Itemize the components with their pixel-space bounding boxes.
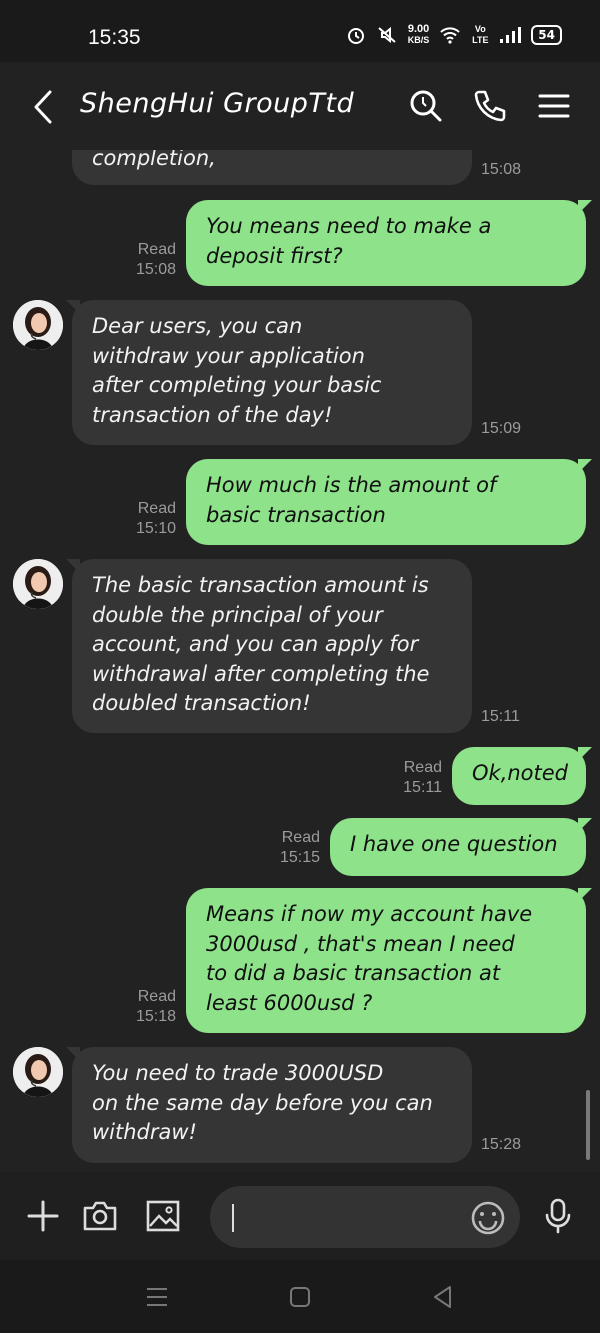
message-meta: Read 15:18 <box>128 987 176 1027</box>
chat-header: ShengHui GroupTtd <box>0 62 600 150</box>
message-time: 15:09 <box>481 420 522 437</box>
phone-icon[interactable] <box>470 86 510 126</box>
read-status: Read <box>403 759 442 776</box>
message-line: after completing your basic <box>92 373 382 397</box>
message-meta: Read 15:10 <box>128 499 176 539</box>
read-status: Read <box>137 241 176 258</box>
menu-icon[interactable] <box>534 86 574 126</box>
back-arrow-icon[interactable] <box>26 88 60 126</box>
recent-apps-icon[interactable] <box>144 1284 170 1310</box>
message-text: completion, <box>92 150 216 170</box>
message-bubble-outgoing[interactable]: You means need to make a deposit first? <box>186 200 592 286</box>
search-icon[interactable] <box>406 86 446 126</box>
message-line: to did a basic transaction at <box>206 961 501 985</box>
message-line: on the same day before you can <box>92 1090 433 1115</box>
message-line: Dear users, you can <box>92 314 303 338</box>
message-line: You need to trade 3000USD <box>92 1061 384 1085</box>
lte-indicator: Vo LTE <box>472 24 489 45</box>
alarm-icon <box>346 25 366 45</box>
signal-icon <box>499 26 522 44</box>
message-line: deposit first? <box>206 243 343 268</box>
chat-title: ShengHui GroupTtd <box>80 88 355 119</box>
message-line: How much is the amount of <box>206 473 497 497</box>
message-line: You means need to make a <box>206 214 492 238</box>
mute-icon <box>376 25 398 45</box>
chat-messages[interactable]: completion, 15:08 Read 15:08 You means n… <box>0 150 600 1172</box>
message-time: 15:08 <box>481 161 522 178</box>
message-line: basic transaction <box>206 502 386 527</box>
message-bubble-outgoing[interactable]: Means if now my account have 3000usd , t… <box>186 888 592 1033</box>
message-bubble-incoming[interactable]: Dear users, you can withdraw your applic… <box>66 300 472 445</box>
message-meta: Read 15:15 <box>272 828 320 868</box>
net-speed-unit: KB/S <box>407 35 430 45</box>
status-icons: 9.00 KB/S Vo LTE 54 <box>346 24 562 46</box>
message-line: The basic transaction amount is <box>92 573 429 597</box>
emoji-icon[interactable] <box>468 1198 508 1238</box>
message-line: transaction of the day! <box>92 402 333 427</box>
message-composer <box>0 1172 600 1260</box>
message-time: 15:11 <box>403 779 442 796</box>
message-text: Ok,noted <box>472 761 569 785</box>
message-time: 15:11 <box>481 708 520 725</box>
microphone-icon[interactable] <box>538 1196 578 1236</box>
net-speed-value: 9.00 <box>407 23 430 35</box>
status-time: 15:35 <box>88 26 141 49</box>
camera-icon[interactable] <box>80 1196 120 1236</box>
message-line: double the principal of your <box>92 602 383 627</box>
message-line: least 6000usd ? <box>206 990 373 1015</box>
battery-indicator: 54 <box>531 25 562 45</box>
message-time: 15:18 <box>135 1008 176 1025</box>
read-status: Read <box>281 829 320 846</box>
message-time: 15:15 <box>279 849 320 866</box>
read-status: Read <box>137 500 176 517</box>
image-icon[interactable] <box>143 1196 183 1236</box>
plus-icon[interactable] <box>23 1196 63 1236</box>
avatar[interactable] <box>13 559 63 609</box>
status-bar: 15:35 9.00 KB/S Vo LTE 54 <box>0 0 600 62</box>
message-time: 15:08 <box>135 261 176 278</box>
message-time: 15:10 <box>135 520 176 537</box>
message-bubble-incoming[interactable]: The basic transaction amount is double t… <box>66 559 472 733</box>
avatar[interactable] <box>13 300 63 350</box>
message-line: withdraw! <box>92 1120 197 1144</box>
message-bubble-outgoing[interactable]: How much is the amount of basic transact… <box>186 459 592 545</box>
avatar[interactable] <box>13 1047 63 1097</box>
message-line: withdraw your application <box>92 343 365 368</box>
message-bubble-incoming[interactable]: completion, <box>72 150 472 185</box>
home-icon[interactable] <box>287 1284 313 1310</box>
text-caret <box>232 1204 234 1232</box>
message-line: withdrawal after completing the <box>92 661 430 686</box>
wifi-icon <box>439 26 461 44</box>
back-nav-icon[interactable] <box>430 1284 456 1310</box>
net-speed: 9.00 KB/S <box>408 24 430 46</box>
read-status: Read <box>137 988 176 1005</box>
message-line: Means if now my account have <box>206 902 533 926</box>
message-line: 3000usd , that's mean I need <box>206 931 515 956</box>
message-text: I have one question <box>350 832 558 856</box>
system-nav-bar <box>0 1260 600 1333</box>
message-bubble-outgoing[interactable]: Ok,noted <box>452 747 592 805</box>
message-bubble-incoming[interactable]: You need to trade 3000USD on the same da… <box>66 1047 472 1163</box>
message-line: doubled transaction! <box>92 691 311 715</box>
message-meta: Read 15:08 <box>128 240 176 280</box>
message-meta: Read 15:11 <box>394 758 442 798</box>
message-bubble-outgoing[interactable]: I have one question <box>330 818 592 876</box>
message-line: account, and you can apply for <box>92 632 419 656</box>
message-time: 15:28 <box>481 1136 522 1153</box>
scrollbar[interactable] <box>586 1090 590 1160</box>
